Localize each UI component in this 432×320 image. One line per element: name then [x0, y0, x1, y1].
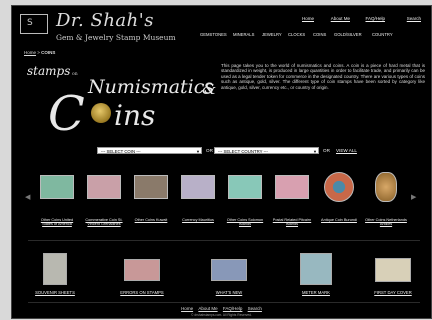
filter-bar: --- SELECT COIN --- ▼ OR --- SELECT COUNT…	[12, 147, 431, 157]
divider	[28, 302, 420, 303]
category-label[interactable]: ERRORS ON STAMPS	[107, 290, 177, 295]
category-thumbnail[interactable]	[211, 259, 247, 281]
category-label[interactable]: SOUVENIR SHEETS	[20, 290, 90, 295]
nav-jewelry[interactable]: JEWELRY	[262, 32, 282, 37]
top-link-search[interactable]: Search	[407, 16, 421, 21]
nav-clocks[interactable]: CLOCKS	[288, 32, 305, 37]
footer-link-faq[interactable]: FAQ/Help	[223, 306, 243, 311]
carousel-item-label[interactable]: Other Coins Solomon Islands	[223, 218, 267, 227]
carousel-item[interactable]: Other Coins Solomon Islands	[223, 175, 267, 227]
top-link-about[interactable]: About Me	[331, 16, 350, 21]
stamp-thumbnail[interactable]	[87, 175, 121, 199]
stamp-thumbnail[interactable]	[40, 175, 74, 199]
copyright-text: © drshahstamps.com. All Rights Reserved.	[191, 313, 252, 317]
hero-ampersand: &	[202, 79, 217, 98]
footer-link-search[interactable]: Search	[248, 306, 262, 311]
site-title: Dr. Shah's	[56, 10, 154, 31]
nav-minerals[interactable]: MINERALS	[233, 32, 254, 37]
category-thumbnail[interactable]	[124, 259, 160, 281]
carousel-item-label[interactable]: Antique Coin Burundi	[317, 218, 361, 222]
hero-stamps-text: stamps	[27, 64, 71, 78]
chevron-down-icon: ▼	[196, 149, 200, 154]
category-first-day-cover[interactable]: FIRST DAY COVER	[358, 253, 428, 295]
intro-paragraph: This page takes you to the world of numi…	[221, 63, 425, 90]
nav-gold-silver[interactable]: GOLD/SILVER	[334, 32, 362, 37]
select-coin-value: --- SELECT COIN ---	[101, 149, 141, 154]
stamp-thumbnail[interactable]	[228, 175, 262, 199]
hero-ins-text: ins	[114, 99, 156, 132]
chevron-down-icon: ▼	[313, 149, 317, 154]
breadcrumb-home[interactable]: Home	[24, 50, 36, 55]
site-subtitle: Gem & Jewelry Stamp Museum	[56, 33, 176, 42]
stamp-thumbnail[interactable]	[375, 172, 397, 202]
carousel-item-label[interactable]: Other Coins Netherlands Antilles	[364, 218, 408, 227]
stamp-thumbnail[interactable]	[181, 175, 215, 199]
carousel-item[interactable]: Currency Mauritius	[176, 175, 220, 222]
hero-on-text: on	[72, 72, 78, 77]
carousel-item[interactable]: Other Coins United States of America	[35, 175, 79, 227]
category-souvenir-sheets[interactable]: SOUVENIR SHEETS	[20, 253, 90, 295]
stamp-thumbnail[interactable]	[324, 172, 354, 202]
footer-link-home[interactable]: Home	[181, 306, 193, 311]
footer-link-about[interactable]: About Me	[198, 306, 217, 311]
category-thumbnail[interactable]	[43, 253, 67, 285]
nav-country[interactable]: COUNTRY	[372, 32, 393, 37]
carousel-item-label[interactable]: Commerative Coin St. Vincent Grenadines	[82, 218, 126, 227]
carousel-item-label[interactable]: Other Coins Kuwait	[129, 218, 173, 222]
category-errors-on-stamps[interactable]: ERRORS ON STAMPS	[107, 253, 177, 295]
nav-coins[interactable]: COINS	[313, 32, 326, 37]
page: S Dr. Shah's Gem & Jewelry Stamp Museum …	[11, 5, 432, 319]
site-logo[interactable]: S Dr. Shah's Gem & Jewelry Stamp Museum	[20, 10, 206, 50]
category-label[interactable]: WHAT'S NEW	[194, 290, 264, 295]
breadcrumb: Home > COINS	[24, 50, 55, 55]
carousel-item-label[interactable]: Other Coins United States of America	[35, 218, 79, 227]
category-label[interactable]: METER MARK	[281, 290, 351, 295]
stamp-thumbnail[interactable]	[134, 175, 168, 199]
carousel-next-icon[interactable]: ▶	[411, 193, 416, 201]
hero-numismatics-text: Numismatics	[88, 76, 215, 98]
carousel-prev-icon[interactable]: ◀	[25, 193, 30, 201]
carousel-item[interactable]: Antique Coin Burundi	[317, 172, 361, 222]
carousel-item[interactable]: Commerative Coin St. Vincent Grenadines	[82, 175, 126, 227]
stamp-thumbnail[interactable]	[275, 175, 309, 199]
carousel-item-label[interactable]: Currency Mauritius	[176, 218, 220, 222]
category-thumbnail[interactable]	[375, 258, 411, 282]
logo-mark-icon: S	[20, 14, 48, 34]
top-link-home[interactable]: Home	[302, 16, 314, 21]
carousel-item-label[interactable]: Postal Related Pitcairn Islands	[270, 218, 314, 227]
breadcrumb-current: COINS	[41, 50, 56, 55]
nav-gemstones[interactable]: GEMSTONES	[200, 32, 227, 37]
carousel-item[interactable]: Other Coins Netherlands Antilles	[364, 172, 408, 227]
logo-mark-text: S	[27, 18, 33, 28]
or-label: OR	[206, 148, 213, 153]
carousel-item[interactable]: Other Coins Kuwait	[129, 175, 173, 222]
gold-coin-icon	[91, 103, 111, 123]
footer-links: Home About Me FAQ/Help Search	[12, 306, 431, 311]
hero-c-letter: C	[48, 86, 85, 142]
select-coin-dropdown[interactable]: --- SELECT COIN --- ▼	[97, 147, 202, 154]
top-link-faq[interactable]: FAQ/Help	[365, 16, 385, 21]
category-meter-mark[interactable]: METER MARK	[281, 253, 351, 295]
view-all-link[interactable]: VIEW ALL	[336, 148, 357, 153]
carousel-item[interactable]: Postal Related Pitcairn Islands	[270, 175, 314, 227]
category-thumbnail[interactable]	[300, 253, 332, 285]
divider	[28, 240, 420, 241]
select-country-value: --- SELECT COUNTRY ---	[218, 149, 268, 154]
select-country-dropdown[interactable]: --- SELECT COUNTRY --- ▼	[214, 147, 319, 154]
category-label[interactable]: FIRST DAY COVER	[358, 290, 428, 295]
category-whats-new[interactable]: WHAT'S NEW	[194, 253, 264, 295]
or-label: OR	[323, 148, 330, 153]
